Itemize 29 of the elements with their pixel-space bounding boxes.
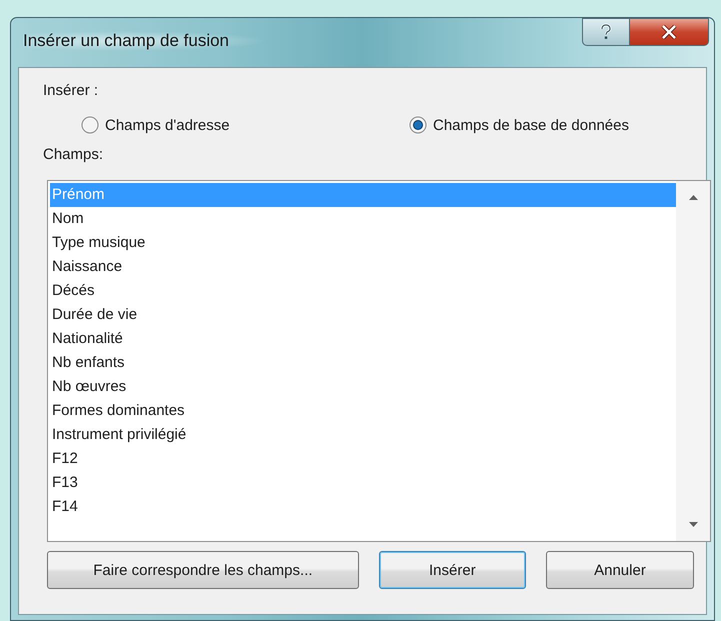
close-button[interactable] bbox=[630, 18, 709, 46]
dialog-button[interactable]: Faire correspondre les champs... bbox=[47, 551, 359, 589]
list-item[interactable]: Décés bbox=[50, 279, 676, 303]
scroll-down-icon[interactable] bbox=[688, 522, 698, 527]
help-icon bbox=[600, 24, 612, 40]
list-item[interactable]: Nb œuvres bbox=[50, 375, 676, 399]
list-label: Champs: bbox=[43, 146, 104, 165]
list-item[interactable]: F14 bbox=[50, 495, 676, 519]
list-item[interactable]: Nom bbox=[50, 207, 676, 231]
list-item[interactable]: Nationalité bbox=[50, 327, 676, 351]
dialog-button[interactable]: Insérer bbox=[378, 551, 526, 589]
radio-label[interactable]: Champs de base de données bbox=[433, 116, 629, 134]
list-item[interactable]: Naissance bbox=[50, 255, 676, 279]
list-item[interactable]: F13 bbox=[50, 471, 676, 495]
radio-button[interactable] bbox=[81, 116, 99, 134]
scroll-up-icon[interactable] bbox=[688, 195, 698, 200]
radio-label[interactable]: Champs d'adresse bbox=[105, 116, 230, 134]
list-item[interactable]: Instrument privilégié bbox=[50, 423, 676, 447]
list-item[interactable]: Type musique bbox=[50, 231, 676, 255]
scrollbar[interactable] bbox=[676, 181, 710, 541]
list-item[interactable]: Formes dominantes bbox=[50, 399, 676, 423]
list-item[interactable]: Nb enfants bbox=[50, 351, 676, 375]
list-item[interactable]: F12 bbox=[50, 447, 676, 471]
list-item[interactable]: Durée de vie bbox=[50, 303, 676, 327]
section-label: Insérer : bbox=[43, 82, 100, 101]
radio-button[interactable] bbox=[409, 116, 427, 134]
close-icon bbox=[661, 25, 677, 39]
help-button[interactable] bbox=[582, 18, 630, 46]
dialog-button[interactable]: Annuler bbox=[546, 551, 694, 589]
